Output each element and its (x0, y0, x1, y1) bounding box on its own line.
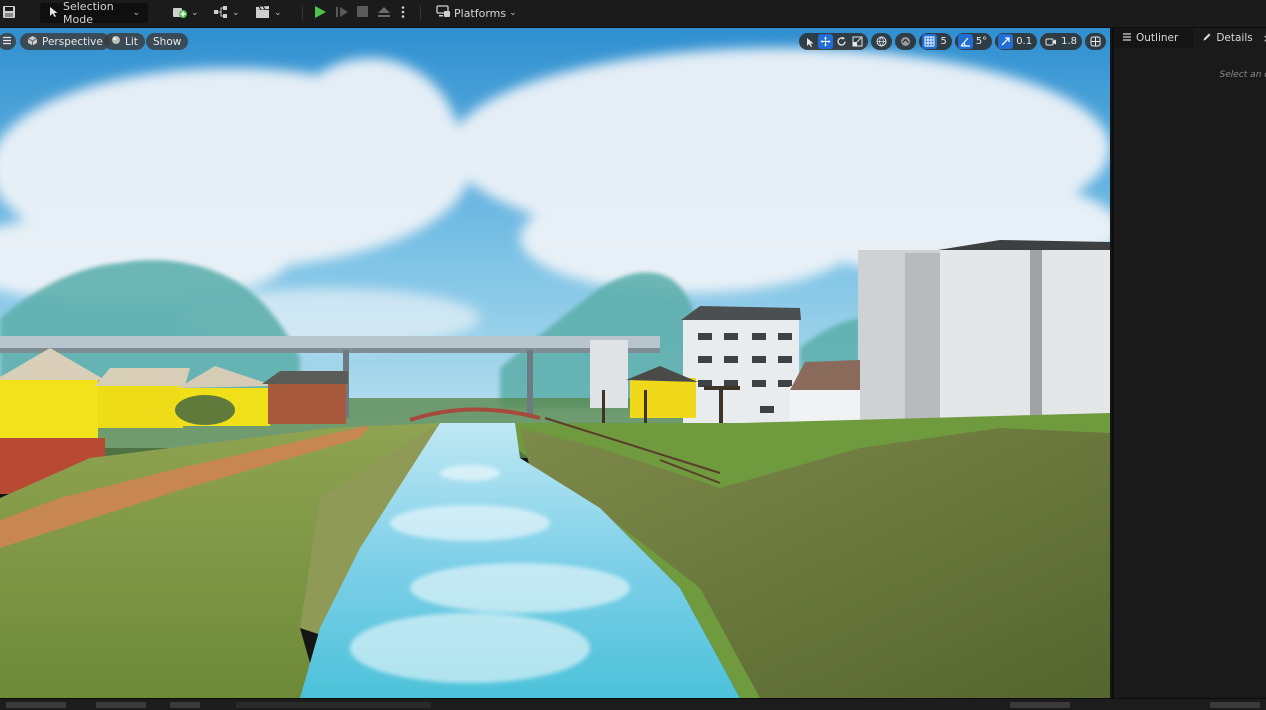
side-panel: Outliner Details × Select an object (1112, 28, 1266, 698)
camera-speed-control[interactable]: 1.8 (1040, 33, 1082, 50)
more-options-button[interactable] (400, 3, 406, 23)
panel-tabs: Outliner Details × (1114, 28, 1266, 48)
show-button[interactable]: Show (146, 33, 189, 50)
layout-icon (1088, 34, 1103, 49)
bottom-toolbar (0, 698, 1266, 710)
chevron-down-icon: ⌄ (232, 8, 240, 18)
scale-snap-icon (998, 34, 1014, 49)
surface-snap-icon (898, 34, 913, 49)
angle-icon (957, 34, 973, 49)
scale-tool-icon[interactable] (850, 34, 865, 49)
play-button[interactable] (313, 3, 327, 23)
lit-label: Lit (125, 35, 138, 48)
source-control-button[interactable] (1210, 702, 1260, 708)
rotation-snap-value: 5° (975, 36, 988, 47)
details-label: Details (1216, 32, 1253, 44)
cinematics-icon (255, 5, 271, 22)
grid-icon (922, 34, 938, 49)
cinematics-button[interactable]: ⌄ (255, 3, 282, 23)
grid-snap-value: 5 (940, 36, 947, 47)
derived-data-button[interactable] (1010, 702, 1070, 708)
move-tool-icon[interactable] (818, 34, 834, 49)
show-label: Show (153, 35, 182, 48)
add-actor-icon (172, 5, 188, 22)
stop-button[interactable] (356, 3, 369, 23)
perspective-button[interactable]: Perspective (20, 33, 110, 50)
play-icon (313, 5, 327, 22)
selection-mode-icon (48, 6, 60, 21)
stop-icon (356, 5, 369, 21)
eject-icon (377, 5, 391, 22)
main-toolbar: Selection Mode ⌄ ⌄ ⌄ ⌄ Platforms ⌄ (0, 0, 1266, 28)
details-empty-hint: Select an object (1219, 70, 1266, 80)
step-button[interactable] (335, 3, 349, 23)
rotation-snap-control[interactable]: 5° (954, 33, 993, 50)
step-icon (335, 5, 349, 22)
lit-sphere-icon (111, 35, 121, 48)
toolbar-divider (420, 5, 421, 21)
save-icon (2, 5, 16, 22)
outliner-label: Outliner (1136, 32, 1179, 44)
camera-speed-value: 1.8 (1061, 36, 1077, 47)
surface-snapping-toggle[interactable] (895, 33, 917, 50)
scale-snap-control[interactable]: 0.1 (995, 33, 1038, 50)
perspective-label: Perspective (42, 35, 103, 48)
lit-mode-button[interactable]: Lit (104, 33, 145, 50)
hamburger-menu-icon (2, 36, 12, 48)
grid-snap-control[interactable]: 5 (919, 33, 952, 50)
viewport-tools: 5 5° 0.1 1.8 (799, 33, 1106, 50)
chevron-down-icon: ⌄ (509, 8, 517, 18)
viewport-scene (0, 28, 1110, 698)
toolbar-divider (302, 5, 303, 21)
globe-icon (874, 34, 889, 49)
blueprint-button[interactable]: ⌄ (213, 3, 240, 23)
tab-outliner[interactable]: Outliner (1114, 28, 1186, 48)
add-actor-button[interactable]: ⌄ (172, 3, 199, 23)
rotate-tool-icon[interactable] (834, 34, 849, 49)
selection-mode-button[interactable]: Selection Mode ⌄ (40, 0, 148, 26)
world-local-toggle[interactable] (871, 33, 893, 50)
save-button[interactable] (2, 3, 16, 23)
eject-button[interactable] (377, 3, 391, 23)
chevron-down-icon: ⌄ (132, 8, 140, 18)
transform-tools (799, 33, 869, 50)
chevron-down-icon: ⌄ (274, 8, 282, 18)
tab-details[interactable]: Details × (1194, 28, 1266, 48)
platforms-icon (436, 5, 451, 21)
platforms-label: Platforms (454, 6, 507, 20)
cmd-button[interactable] (170, 702, 200, 708)
output-log-button[interactable] (96, 702, 146, 708)
selection-mode-label: Selection Mode (63, 0, 114, 26)
viewport-layout-button[interactable] (1085, 33, 1106, 50)
more-options-icon (400, 5, 406, 22)
cube-icon (27, 35, 38, 49)
scale-snap-value: 0.1 (1016, 36, 1033, 47)
chevron-down-icon: ⌄ (191, 8, 199, 18)
camera-icon (1043, 34, 1058, 49)
level-viewport[interactable]: Perspective Lit Show 5 5° 0.1 1.8 (0, 28, 1110, 698)
platforms-button[interactable]: Platforms ⌄ (436, 3, 517, 23)
content-drawer-button[interactable] (6, 702, 66, 708)
pencil-icon (1202, 32, 1212, 45)
blueprint-icon (213, 5, 229, 22)
select-tool-icon[interactable] (802, 34, 817, 49)
console-input[interactable] (236, 702, 431, 708)
outliner-icon (1122, 32, 1132, 45)
